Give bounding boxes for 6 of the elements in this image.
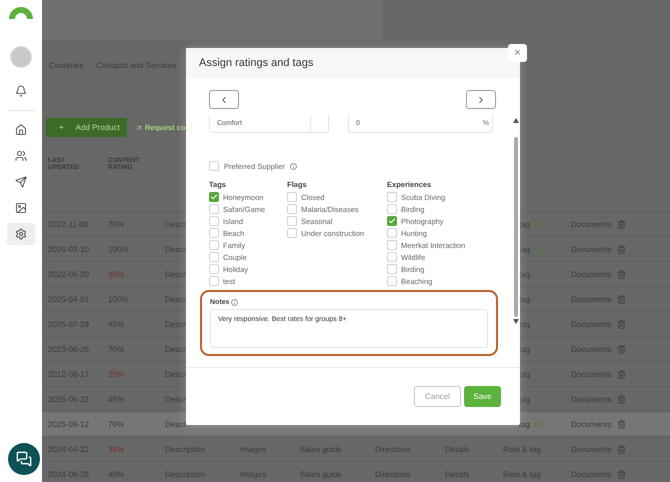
table-cell-text: 30% (108, 270, 126, 278)
table-cell-text: 2025-09-12 (48, 420, 90, 428)
table-cell-text: 36% (108, 444, 126, 454)
table-cell-text: 70% (108, 420, 126, 428)
modal-title: Assign ratings and tags (199, 57, 314, 69)
table-cell-text: 25% (108, 370, 126, 378)
